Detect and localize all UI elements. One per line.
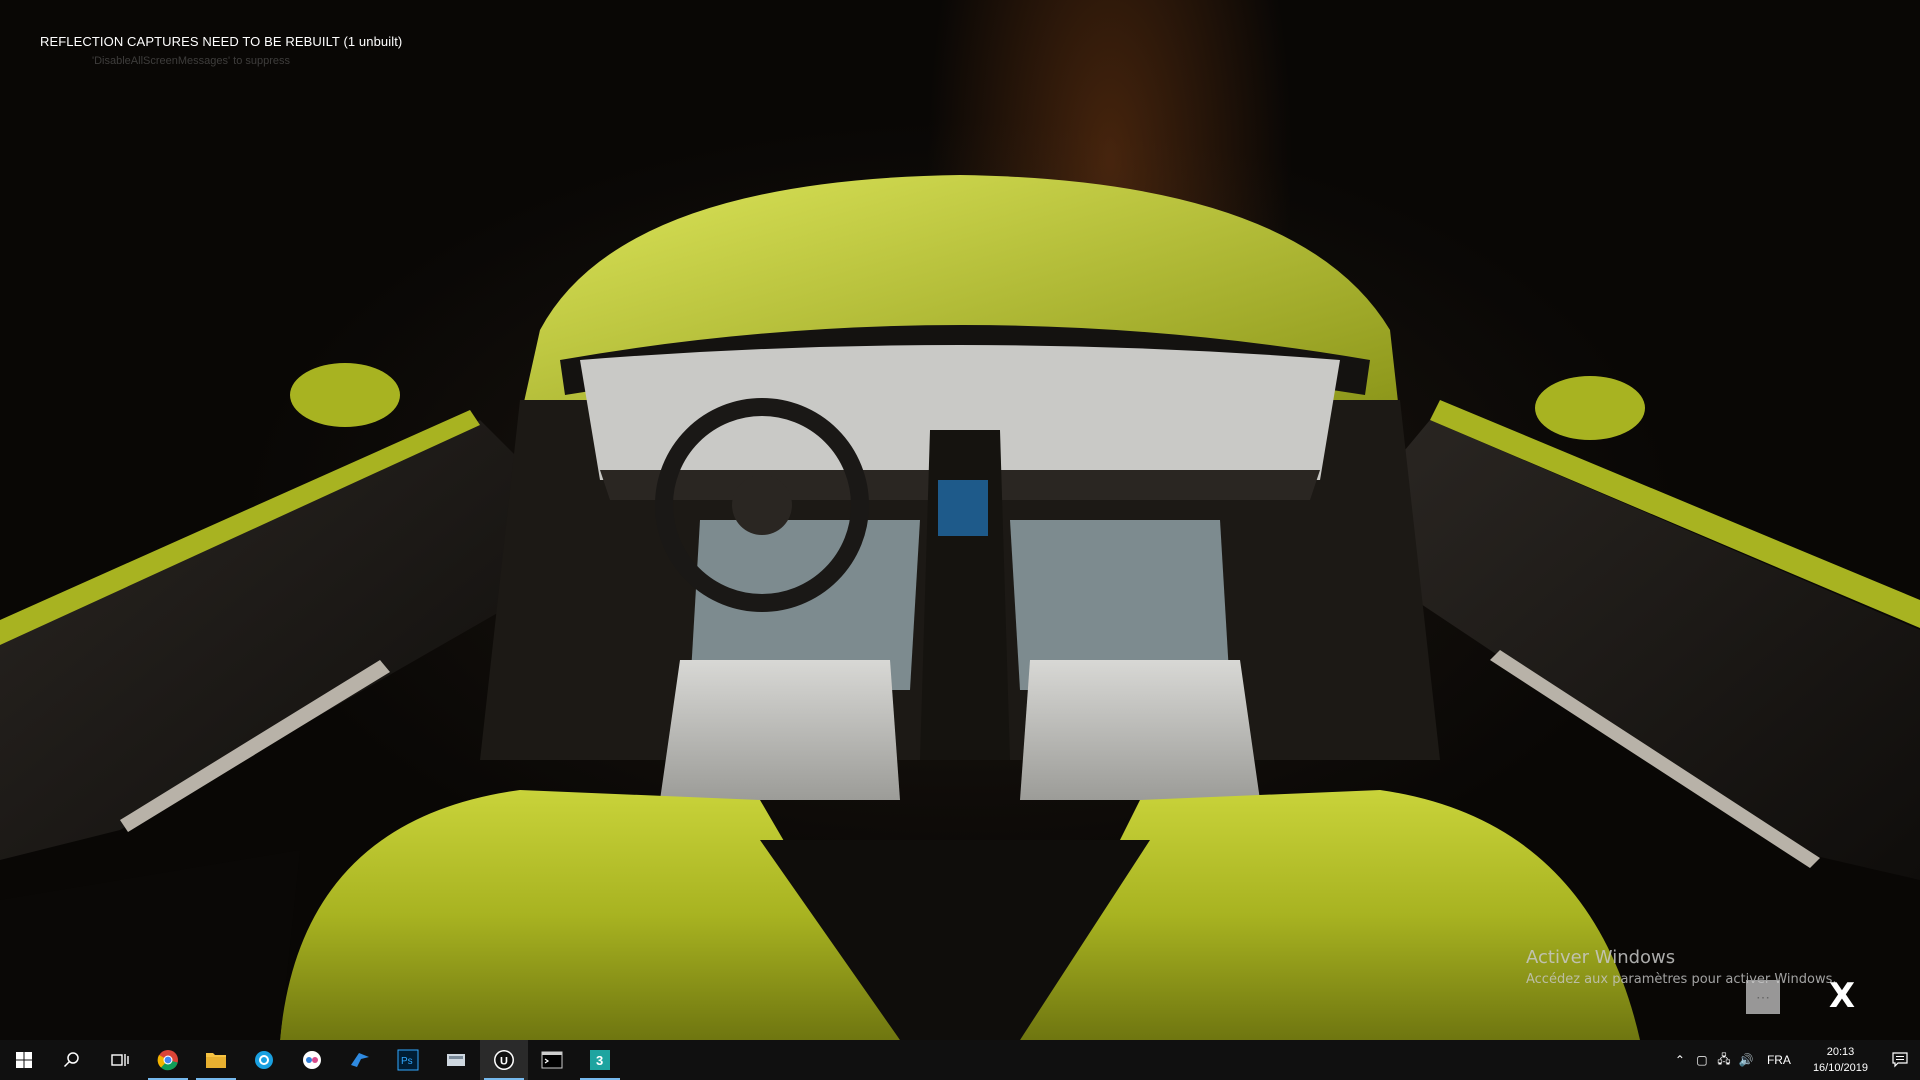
left-seat bbox=[660, 660, 900, 800]
right-rear-hump bbox=[1020, 790, 1640, 1040]
taskbar-unreal[interactable]: U bbox=[480, 1040, 528, 1080]
reflection-warning: REFLECTION CAPTURES NEED TO BE REBUILT (… bbox=[40, 34, 403, 49]
volume-icon[interactable]: 🔊 bbox=[1735, 1040, 1757, 1080]
taskbar-terminal[interactable] bbox=[528, 1040, 576, 1080]
start-button[interactable] bbox=[0, 1040, 48, 1080]
menu-dots-icon: ⋯ bbox=[1756, 989, 1770, 1005]
suppress-hint: 'DisableAllScreenMessages' to suppress bbox=[92, 55, 291, 67]
terminal-icon bbox=[541, 1051, 563, 1069]
network-icon[interactable]: 🖧 bbox=[1713, 1040, 1735, 1080]
photoshop-icon: Ps bbox=[397, 1049, 419, 1071]
steering-hub bbox=[732, 475, 792, 535]
infotainment-screen bbox=[938, 480, 988, 536]
tray-app-icon[interactable]: ▢ bbox=[1691, 1040, 1713, 1080]
taskbar-file-explorer[interactable] bbox=[192, 1040, 240, 1080]
clock-time: 20:13 bbox=[1826, 1046, 1855, 1058]
taskbar-drive-app[interactable] bbox=[432, 1040, 480, 1080]
taskbar-cloud-app[interactable] bbox=[288, 1040, 336, 1080]
blue-app-icon bbox=[255, 1051, 273, 1069]
clock-date: 16/10/2019 bbox=[1812, 1062, 1868, 1074]
activate-windows-title: Activer Windows bbox=[1526, 947, 1676, 968]
menu-button[interactable]: ⋯ bbox=[1746, 980, 1780, 1014]
system-tray: ⌃ ▢ 🖧 🔊 FRA 20:13 16/10/2019 bbox=[1669, 1040, 1920, 1080]
3dsmax-icon: 3 bbox=[590, 1050, 610, 1070]
taskbar-3dsmax[interactable]: 3 bbox=[576, 1040, 624, 1080]
chrome-icon bbox=[157, 1050, 178, 1071]
taskbar-chrome[interactable] bbox=[144, 1040, 192, 1080]
windows-logo-icon bbox=[16, 1052, 32, 1068]
task-view-button[interactable] bbox=[96, 1040, 144, 1080]
left-rear-hump bbox=[280, 790, 900, 1040]
taskbar-blue-app[interactable] bbox=[240, 1040, 288, 1080]
drive-app-icon bbox=[447, 1054, 465, 1066]
taskbar: Ps U 3 ⌃ ▢ 🖧 🔊 FRA 20:13 16/10/2019 bbox=[0, 1040, 1920, 1080]
taskbar-bird-app[interactable] bbox=[336, 1040, 384, 1080]
action-center-button[interactable] bbox=[1880, 1040, 1920, 1080]
close-button[interactable]: X bbox=[1826, 976, 1858, 1016]
folder-icon bbox=[206, 1053, 226, 1068]
svg-text:U: U bbox=[500, 1056, 508, 1068]
search-button[interactable] bbox=[48, 1040, 96, 1080]
right-seat bbox=[1020, 660, 1260, 800]
bird-app-icon bbox=[351, 1053, 369, 1067]
game-viewport[interactable]: REFLECTION CAPTURES NEED TO BE REBUILT (… bbox=[0, 0, 1920, 1040]
tray-chevron-up-icon[interactable]: ⌃ bbox=[1669, 1040, 1691, 1080]
language-indicator[interactable]: FRA bbox=[1757, 1053, 1801, 1067]
taskbar-photoshop[interactable]: Ps bbox=[384, 1040, 432, 1080]
center-console bbox=[920, 430, 1010, 760]
unreal-engine-icon: U bbox=[494, 1050, 514, 1070]
search-icon bbox=[63, 1052, 79, 1068]
svg-text:Ps: Ps bbox=[401, 1056, 413, 1067]
clock[interactable]: 20:13 16/10/2019 bbox=[1801, 1044, 1880, 1076]
activate-windows-subtitle: Accédez aux paramètres pour activer Wind… bbox=[1526, 972, 1837, 987]
car-interior-render bbox=[0, 175, 1920, 1040]
cloud-app-icon bbox=[303, 1051, 321, 1069]
task-view-icon bbox=[111, 1054, 129, 1066]
svg-text:3: 3 bbox=[596, 1053, 603, 1068]
left-mirror bbox=[290, 363, 400, 427]
left-door bbox=[0, 420, 540, 860]
notification-icon bbox=[1892, 1052, 1908, 1068]
right-mirror bbox=[1535, 376, 1645, 440]
